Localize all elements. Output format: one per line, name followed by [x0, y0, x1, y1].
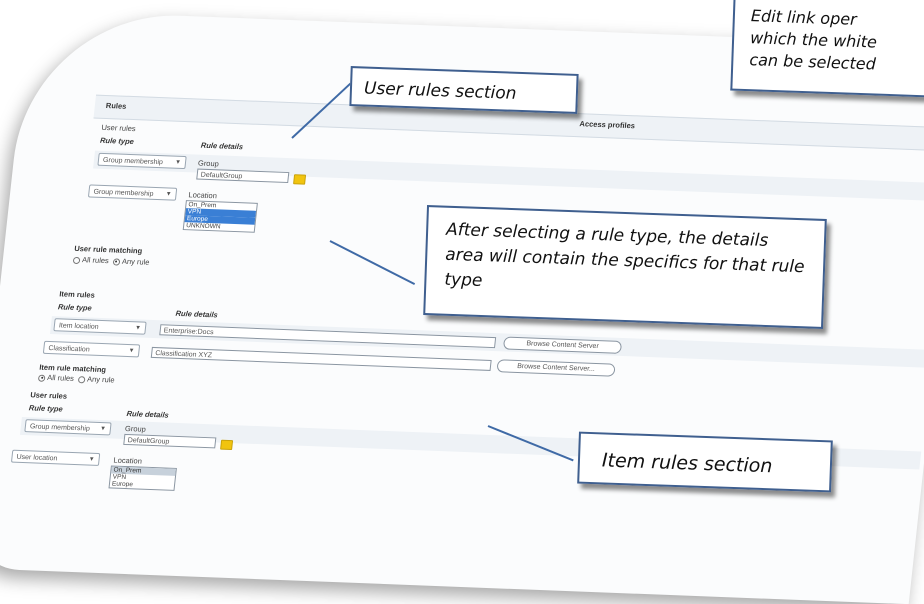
chevron-down-icon: ▼: [88, 456, 95, 463]
chevron-down-icon: ▼: [134, 325, 142, 332]
rule-type-value: Group membership: [102, 156, 164, 167]
rule-type-header: Rule type: [99, 135, 135, 147]
rule-type-select-3[interactable]: Group membership ▼: [24, 419, 112, 436]
rule-details-header: Rule details: [200, 140, 244, 152]
all-rules-radio[interactable]: [37, 374, 46, 382]
user-rule-matching-options: All rules Any rule: [72, 255, 150, 267]
item-rules-callout: Item rules section: [577, 431, 833, 493]
rule-type-value: Group membership: [93, 188, 154, 198]
item-rule-type-select-2[interactable]: Classification ▼: [42, 340, 141, 358]
rule-type-value: Group membership: [29, 423, 91, 433]
group-input[interactable]: DefaultGroup: [196, 168, 290, 184]
item-rule-type-select[interactable]: Item location ▼: [53, 318, 147, 335]
chevron-down-icon: ▼: [165, 191, 172, 198]
rule-type-header: Rule type: [28, 403, 64, 414]
chevron-down-icon: ▼: [128, 348, 135, 355]
item-rule-matching-options: All rules Any rule: [37, 372, 116, 385]
location-label: Location: [188, 190, 218, 201]
edit-link-callout-line: can be selected: [749, 50, 877, 74]
details-callout: After selecting a rule type, the details…: [423, 205, 827, 329]
edit-link-callout: Edit link oper which the white can be se…: [730, 0, 924, 98]
rules-label: Rules: [105, 101, 127, 111]
rule-type-value: Item location: [58, 322, 99, 331]
group-input[interactable]: DefaultGroup: [123, 433, 217, 449]
rule-type-select[interactable]: Group membership ▼: [97, 152, 187, 170]
user-rules-callout: User rules section: [349, 66, 579, 114]
rule-type-select-2[interactable]: Group membership ▼: [87, 184, 178, 201]
location-label: Location: [113, 455, 143, 466]
rule-details-header: Rule details: [175, 308, 219, 320]
any-rule-label: Any rule: [121, 256, 150, 267]
all-rules-label: All rules: [81, 255, 110, 266]
location-listbox[interactable]: On_Prem VPN Europe UNKNOWN: [182, 200, 258, 233]
any-rule-label: Any rule: [86, 374, 116, 385]
group-label: Group: [124, 423, 147, 434]
location-option[interactable]: Europe: [110, 480, 175, 489]
user-rules-section-label: User rules: [29, 390, 68, 401]
rule-type-value: User location: [16, 453, 58, 463]
user-rules-section-label: User rules: [101, 122, 137, 134]
location-option[interactable]: UNKNOWN: [184, 222, 255, 232]
location-listbox[interactable]: On_Prem VPN Europe: [108, 465, 177, 491]
rule-type-value: Classification: [48, 344, 91, 354]
rule-type-header: Rule type: [57, 302, 93, 313]
item-rules-section-label: Item rules: [58, 289, 96, 300]
all-rules-label: All rules: [46, 372, 75, 383]
rule-details-header: Rule details: [126, 409, 170, 420]
any-rule-radio[interactable]: [112, 257, 121, 266]
chevron-down-icon: ▼: [174, 159, 182, 166]
user-rule-matching-label: User rule matching: [73, 243, 143, 256]
rule-type-select-4[interactable]: User location ▼: [10, 449, 101, 466]
any-rule-radio[interactable]: [77, 375, 86, 383]
chevron-down-icon: ▼: [99, 426, 107, 433]
folder-icon[interactable]: [293, 174, 307, 185]
all-rules-radio[interactable]: [72, 256, 81, 264]
browse-content-server-button-2[interactable]: Browse Content Server...: [496, 359, 616, 377]
classification-input[interactable]: Classification XYZ: [150, 346, 492, 371]
folder-icon[interactable]: [220, 439, 234, 451]
group-label: Group: [197, 158, 220, 169]
